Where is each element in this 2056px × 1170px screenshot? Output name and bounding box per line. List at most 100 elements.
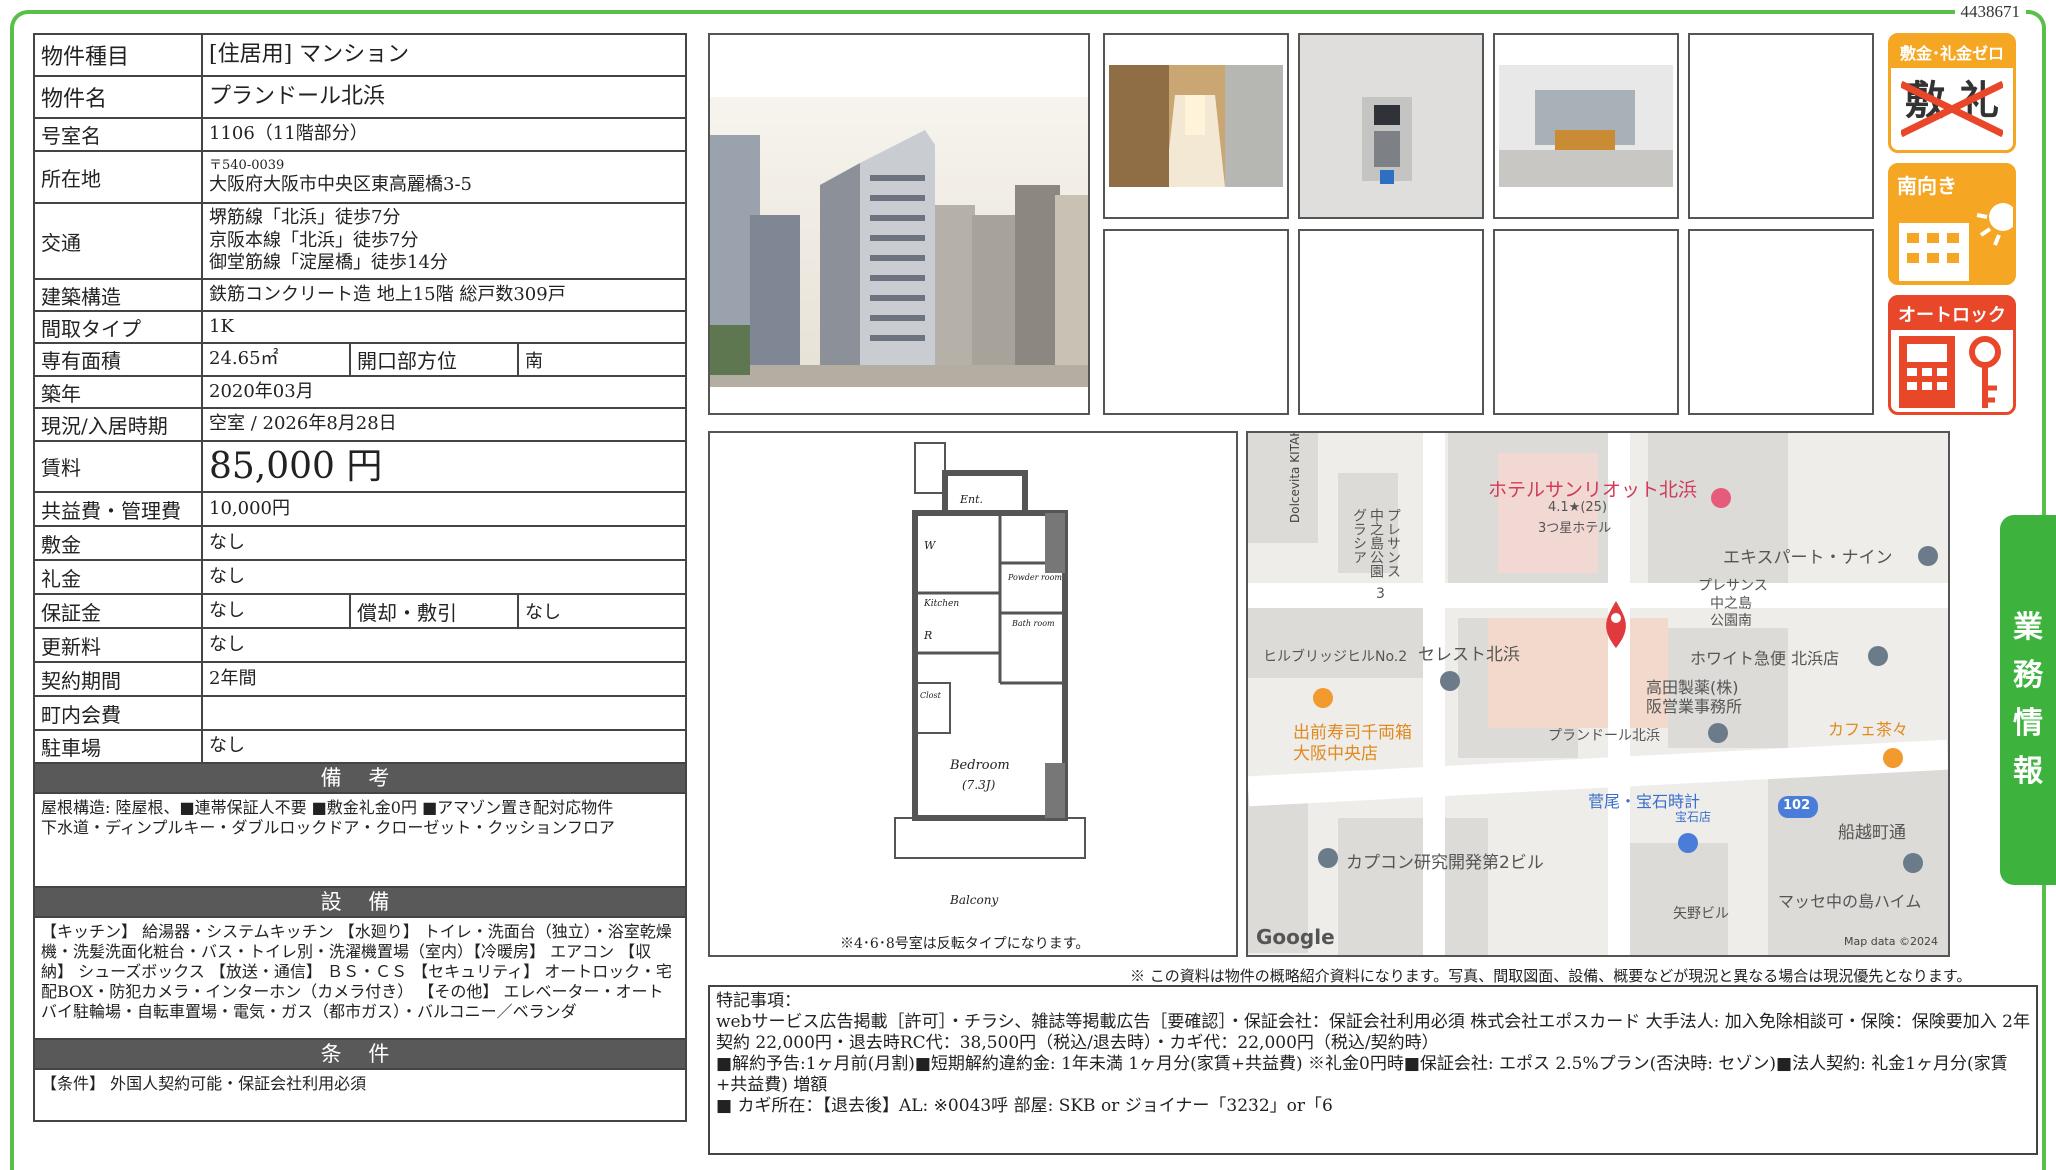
fp-bath: Bath room <box>1012 619 1055 628</box>
special-notes: 特記事項： webサービス広告掲載［許可］・チラシ、雑誌等掲載広告［要確認］・保… <box>708 985 2038 1155</box>
fp-balcony: Balcony <box>950 893 999 907</box>
fp-powder: Powder room <box>1008 573 1062 582</box>
built-label: 築年 <box>35 377 203 407</box>
fp-washer: W <box>924 539 936 552</box>
business-info-tab[interactable]: 業 務 情 報 <box>2000 515 2056 885</box>
notes-line: ■解約予告:1ヶ月前(月割)■短期解約違約金: 1年未満 1ヶ月分(家賃+共益費… <box>716 1053 2008 1095</box>
lobby-photo <box>1493 33 1679 219</box>
rent-label: 賃料 <box>35 442 203 491</box>
guarantee-value: なし <box>203 595 351 627</box>
name-label: 物件名 <box>35 77 203 117</box>
parking-value: なし <box>209 735 245 757</box>
map-hotel: ホテルサンリオット北浜 <box>1488 479 1698 501</box>
deposit-label: 敷金 <box>35 527 203 559</box>
name-value: プランドール北浜 <box>209 84 386 110</box>
floor-plan: Ent. W Powder room Kitchen Bath room R C… <box>708 431 1238 957</box>
remarks-text: 屋根構造: 陸屋根、■連帯保証人不要 ■敷金礼金0円 ■アマゾン置き配対応物件 <box>41 798 614 817</box>
document-id: 4438671 <box>1954 2 2026 22</box>
town-fee-value <box>203 697 685 729</box>
fee-label: 共益費・管理費 <box>35 493 203 525</box>
property-info-table: 物件種目 [住居用] マンション 物件名 プランドール北浜 号室名 1106（11階部… <box>33 33 687 1122</box>
google-logo: Google <box>1256 925 1335 949</box>
disclaimer: ※ この資料は物件の概略紹介資料になります。写真、間取図面、設備、概要などが現況… <box>1130 967 1972 985</box>
intercom-photo <box>1298 33 1484 219</box>
equipment-text: 【キッチン】 給湯器・システムキッチン 【水廻り】 トイレ・洗面台（独立）・浴室… <box>35 918 685 1040</box>
room-value: 1106（11階部分） <box>209 123 368 145</box>
key-money-value: なし <box>209 565 245 587</box>
built-value: 2020年03月 <box>209 380 314 402</box>
south-facing-title: 南向き <box>1897 174 1957 198</box>
location-map[interactable]: ホテルサンリオット北浜 4.1★(25) 3つ星ホテル Dolcevita KI… <box>1246 431 1950 957</box>
rent-value: 85,000 円 <box>209 446 383 487</box>
map-rating: 4.1★(25) <box>1548 500 1608 515</box>
amort-label: 償却・敷引 <box>351 595 519 627</box>
fp-bedroom-size: (7.3J) <box>962 778 996 792</box>
side-tab-char: 報 <box>2013 754 2043 789</box>
map-white: ホワイト急便 北浜店 <box>1690 649 1840 668</box>
direction-label: 開口部方位 <box>351 344 519 375</box>
map-hill: ヒルブリッジヒルNo.2 <box>1263 649 1408 665</box>
map-capcom: カプコン研究開発第2ビル <box>1346 853 1544 873</box>
fp-note: ※4･6･8号室は反転タイプになります。 <box>840 936 1090 952</box>
autolock-badge: オートロック <box>1888 295 2016 415</box>
notes-line: webサービス広告掲載［許可］・チラシ、雑誌等掲載広告［要確認］・保証会社：保証… <box>716 1011 2030 1053</box>
remarks-text-2: 下水道・ディンプルキー・ダブルロックドア・クローゼット・クッションフロア <box>41 818 615 837</box>
conditions-text: 【条件】 外国人契約可能・保証会社利用必須 <box>41 1074 367 1093</box>
fee-value: 10,000円 <box>209 497 290 519</box>
status-value: 空室 / 2026年8月28日 <box>209 413 397 435</box>
deposit-value: なし <box>209 531 245 553</box>
structure-value: 鉄筋コンクリート造 地上15階 総戸数309戸 <box>209 283 566 305</box>
building-exterior-photo <box>708 33 1090 415</box>
photo-placeholder <box>1103 229 1289 415</box>
map-presence2-1: プレサンス <box>1698 578 1768 594</box>
room-label: 号室名 <box>35 119 203 150</box>
zero-deposit-title: 敷金･礼金ゼロ <box>1891 36 2013 68</box>
side-tab-char: 情 <box>2013 706 2043 741</box>
map-presence-v2: 中之島公園 <box>1368 508 1384 578</box>
side-tab-char: 業 <box>2013 610 2043 645</box>
map-presence-v1: プレサンス <box>1385 508 1401 578</box>
status-label: 現況/入居時期 <box>35 409 203 440</box>
cross-icon <box>1901 80 2003 138</box>
map-messe: マッセ中の島ハイム <box>1778 892 1922 911</box>
corridor-photo <box>1103 33 1289 219</box>
map-watch2: 宝石店 <box>1675 810 1712 824</box>
layout-value: 1K <box>209 315 234 337</box>
conditions-header: 条 件 <box>35 1040 685 1070</box>
address-value: 大阪府大阪市中央区東高麗橋3-5 <box>209 173 472 195</box>
photo-placeholder <box>1493 229 1679 415</box>
fp-fridge: R <box>924 629 933 642</box>
map-presence-v3: グラシア <box>1351 508 1367 564</box>
parking-label: 駐車場 <box>35 731 203 762</box>
renewal-label: 更新料 <box>35 629 203 661</box>
map-num-3: 3 <box>1376 586 1385 602</box>
map-road-number: 102 <box>1783 798 1811 813</box>
area-value: 24.65㎡ <box>203 344 351 375</box>
type-value: [住居用] マンション <box>209 42 410 68</box>
zero-deposit-badge: 敷金･礼金ゼロ 敷 礼 <box>1888 33 2016 153</box>
map-expert: エキスパート・ナイン <box>1723 548 1893 568</box>
map-funakoshi: 船越町通 <box>1838 823 1906 843</box>
map-presence2-3: 公園南 <box>1710 613 1752 629</box>
map-celest: セレスト北浜 <box>1418 645 1520 665</box>
layout-label: 間取タイプ <box>35 312 203 342</box>
access-line: 堺筋線「北浜」徒歩7分 <box>209 207 401 229</box>
area-label: 専有面積 <box>35 344 203 375</box>
map-yano: 矢野ビル <box>1673 906 1729 922</box>
renewal-value: なし <box>209 633 245 655</box>
notes-line: ■ カギ所在：【退去後】AL: ※0043呼 部屋: SKB or ジョイナー「… <box>716 1095 1333 1116</box>
guarantee-label: 保証金 <box>35 595 203 627</box>
amort-value: なし <box>525 602 561 623</box>
photo-placeholder <box>1688 33 1874 219</box>
type-label: 物件種目 <box>35 35 203 75</box>
map-hotel-class: 3つ星ホテル <box>1538 521 1612 536</box>
map-dolce: Dolcevita KITAHAMA <box>1288 431 1302 523</box>
access-line: 御堂筋線「淀屋橋」徒歩14分 <box>209 252 448 274</box>
fp-closet: Clost <box>920 691 941 700</box>
fp-entrance: Ent. <box>960 493 984 506</box>
side-tab-char: 務 <box>2013 658 2043 693</box>
fp-kitchen: Kitchen <box>924 599 960 609</box>
zip-code: 〒540-0039 <box>209 157 285 173</box>
map-sushi2: 大阪中央店 <box>1293 744 1378 764</box>
access-label: 交通 <box>35 204 203 278</box>
